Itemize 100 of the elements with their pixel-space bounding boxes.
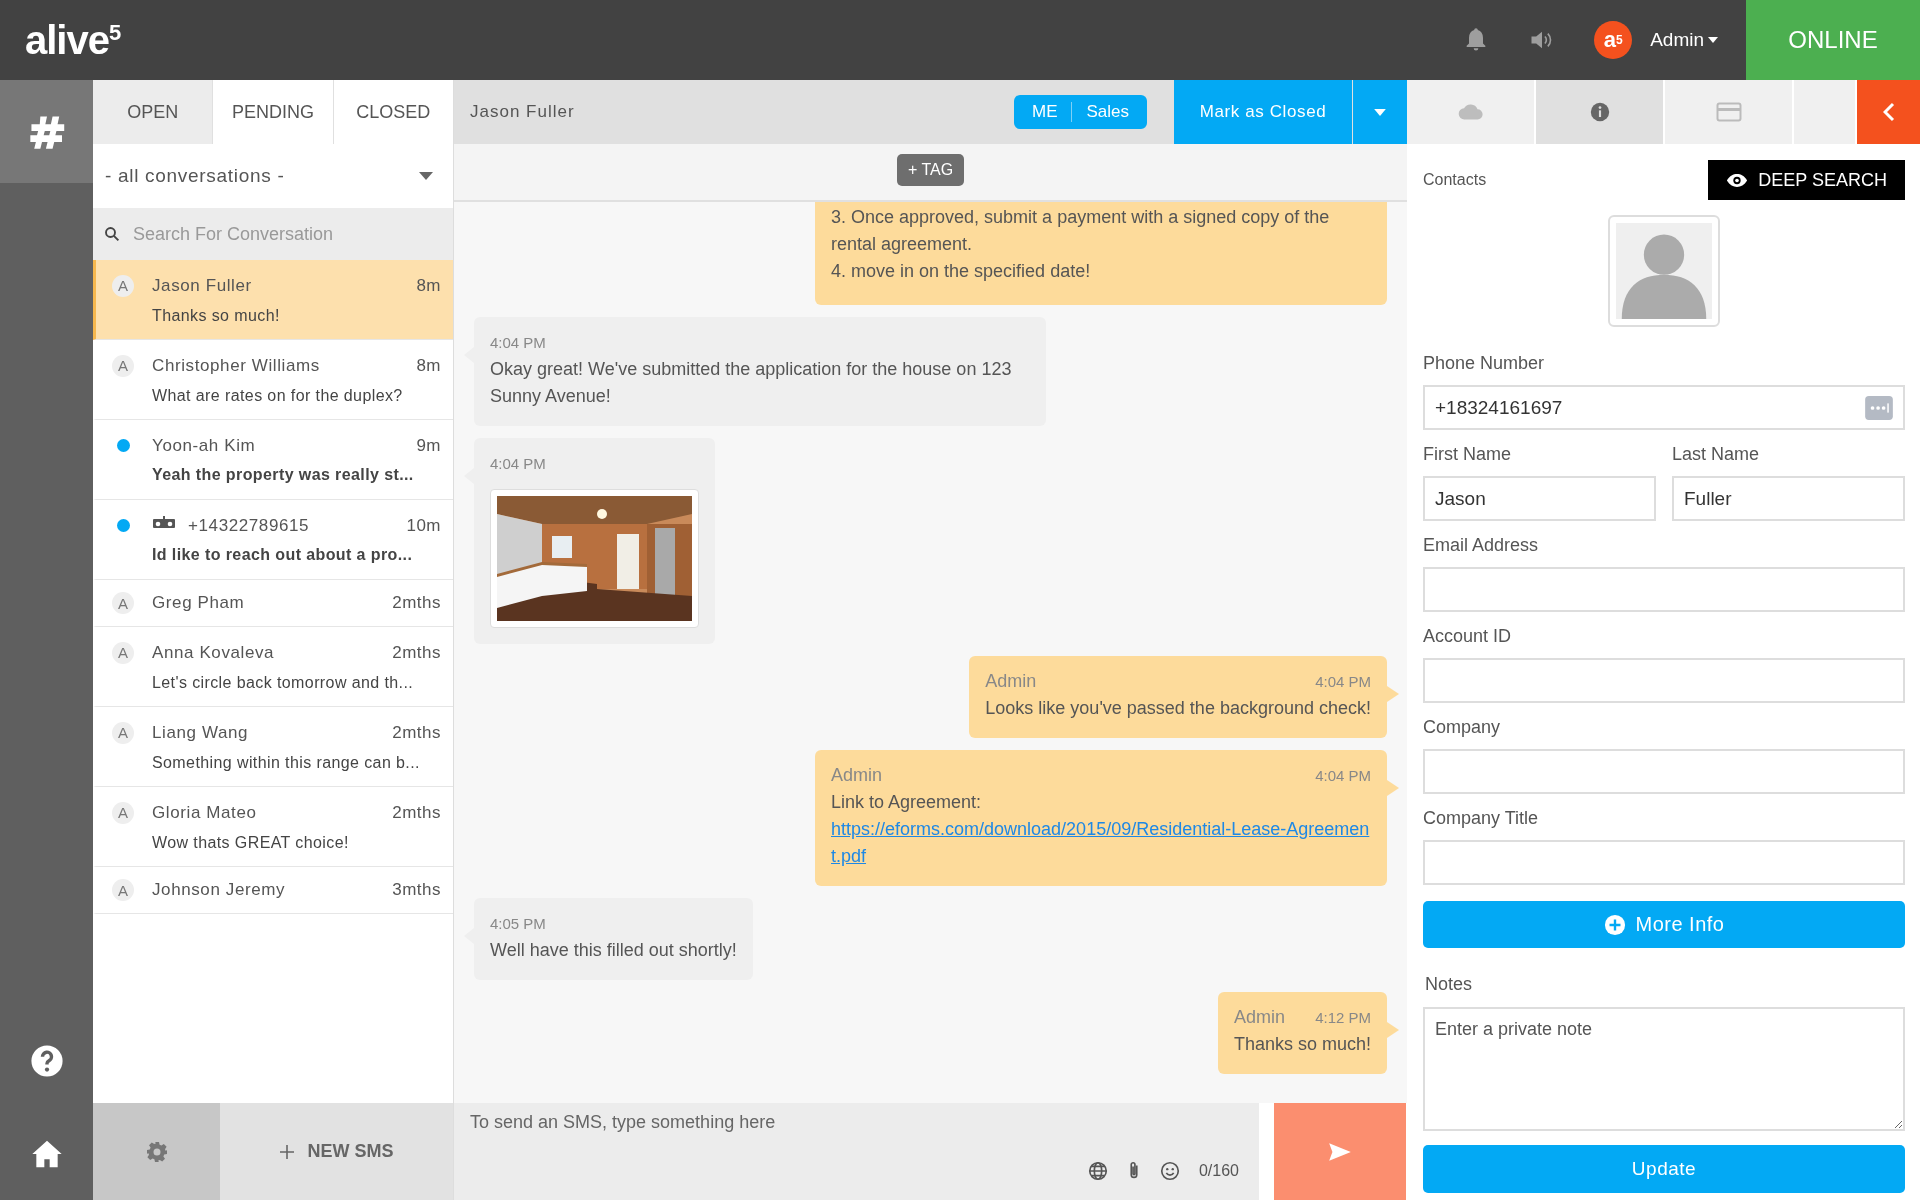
- contact-avatar: A: [112, 354, 134, 377]
- home-icon[interactable]: [30, 1138, 63, 1170]
- more-icon[interactable]: [1865, 395, 1893, 420]
- text-field[interactable]: Jason: [1423, 476, 1656, 521]
- conversation-filter[interactable]: - all conversations -: [93, 144, 453, 208]
- message-text: 3. Once approved, submit a payment with a signed copy of the rental agreement. 4. move in on the specified date!: [831, 206, 1331, 283]
- message-input[interactable]: To send an SMS, type something here: [470, 1103, 1259, 1152]
- conversation-item[interactable]: A Christopher Williams 8m What are rates on for the duplex?: [93, 340, 453, 420]
- message-time: 4:04 PM: [1315, 672, 1371, 692]
- composer-field[interactable]: To send an SMS, type something here 0/160: [454, 1103, 1259, 1200]
- conversation-item[interactable]: A Gloria Mateo 2mths Wow thats GREAT choice!: [93, 787, 453, 867]
- caret-icon: [1708, 37, 1718, 43]
- conversation-title: Jason Fuller: [470, 102, 576, 122]
- eye-icon: [1726, 172, 1749, 188]
- globe-icon[interactable]: [1086, 1160, 1109, 1182]
- message-time: 4:04 PM: [490, 333, 547, 353]
- contact-avatar: A: [112, 801, 134, 824]
- logo: alive$^{5}$: [25, 17, 121, 63]
- contact-name: Anna Kovaleva: [152, 642, 276, 663]
- panel-tab[interactable]: [1794, 80, 1857, 144]
- status-tab[interactable]: OPEN: [93, 80, 213, 144]
- help-icon[interactable]: [29, 1044, 64, 1078]
- search-input[interactable]: Search For Conversation: [131, 222, 443, 246]
- text-field[interactable]: [1423, 567, 1905, 612]
- message-preview: What are rates on for the duplex?: [152, 386, 404, 405]
- notes-label: Notes: [1425, 974, 1474, 995]
- contact-avatar: A: [112, 879, 134, 901]
- channels-tab[interactable]: [0, 80, 93, 183]
- plus-icon: [1603, 913, 1626, 936]
- character-counter: 0/160: [1198, 1162, 1239, 1180]
- contacts-label: Contacts: [1423, 171, 1487, 189]
- sender-name: Admin: [985, 670, 1037, 693]
- tag-button[interactable]: + TAG: [896, 154, 965, 186]
- collapse-button[interactable]: [1857, 80, 1920, 144]
- cloud-icon: [1457, 102, 1484, 122]
- message-time: 4:04 PM: [1315, 766, 1371, 786]
- message-preview: Wow thats GREAT choice!: [152, 833, 350, 852]
- notes-field[interactable]: Enter a private note: [1423, 1007, 1905, 1131]
- field-label: Phone Number: [1423, 353, 1546, 374]
- conversation-item[interactable]: A Jason Fuller 8m Thanks so much!: [93, 260, 453, 340]
- new-sms-button[interactable]: NEW SMS: [220, 1103, 453, 1200]
- sender-name: Admin: [1233, 1006, 1285, 1029]
- contact-avatar: A: [112, 592, 134, 614]
- search-icon: [103, 225, 121, 243]
- message-time: 4:12 PM: [1315, 1008, 1371, 1028]
- message-time: 2mths: [392, 802, 441, 823]
- field-label: Company: [1423, 717, 1502, 738]
- contact-name: Gloria Mateo: [152, 802, 258, 823]
- conversation-item[interactable]: A Liang Wang 2mths Something within this range can b...: [93, 707, 453, 787]
- text-field[interactable]: [1423, 658, 1905, 703]
- text-field[interactable]: [1423, 840, 1905, 885]
- field-label: Email Address: [1423, 535, 1540, 556]
- avatar-icon: [1616, 223, 1712, 319]
- contact-avatar: A: [112, 721, 134, 744]
- message-text: Okay great! We've submitted the application for the house on 123 Sunny Avenue!: [490, 358, 1013, 408]
- send-button[interactable]: [1274, 1103, 1406, 1200]
- contact-avatar: A: [112, 641, 134, 664]
- contact-name: Christopher Williams: [152, 355, 321, 376]
- robot-icon: [152, 515, 176, 530]
- text-field[interactable]: +18324161697: [1423, 385, 1905, 430]
- deep-search-button[interactable]: DEEP SEARCH: [1708, 160, 1905, 200]
- message-preview: Something within this range can b...: [152, 753, 421, 772]
- chevron-left-icon: [1883, 102, 1895, 122]
- info-tab[interactable]: [1536, 80, 1665, 144]
- settings-button[interactable]: [93, 1103, 220, 1200]
- field-label: Account ID: [1423, 626, 1513, 647]
- message-preview: Let's circle back tomorrow and th...: [152, 673, 415, 692]
- message-text: Thanks so much!: [1233, 1033, 1371, 1056]
- conversation-item[interactable]: Yoon-ah Kim 9m Yeah the property was really st...: [93, 420, 453, 500]
- message-preview: Yeah the property was really st...: [152, 465, 415, 484]
- message-preview: Thanks so much!: [152, 306, 281, 325]
- dropdown-button[interactable]: [1353, 80, 1407, 144]
- message-time: 4:05 PM: [490, 914, 547, 934]
- user-menu[interactable]: Admin: [1646, 25, 1722, 55]
- message-time: 9m: [416, 435, 441, 456]
- text-field[interactable]: [1423, 749, 1905, 794]
- message-text: Looks like you've passed the background check!: [985, 697, 1371, 720]
- sender-name: Admin: [831, 764, 883, 787]
- text-field[interactable]: Fuller: [1672, 476, 1905, 521]
- contact-name: Johnson Jeremy: [152, 880, 287, 900]
- contact-name: Yoon-ah Kim: [152, 435, 257, 456]
- conversation-item[interactable]: +14322789615 10m Id like to reach out about a pro...: [93, 500, 453, 580]
- conversation-item[interactable]: A Johnson Jeremy 3mths: [93, 867, 453, 914]
- conversation-item[interactable]: A Greg Pham 2mths: [93, 580, 453, 627]
- message-text: Well have this filled out shortly!: [490, 939, 737, 962]
- card-icon: [1715, 102, 1742, 122]
- message-text: Link to Agreement:: [831, 791, 983, 814]
- message-time: 4:04 PM: [490, 454, 547, 474]
- conversation-item[interactable]: A Anna Kovaleva 2mths Let's circle back tomorrow and th...: [93, 627, 453, 707]
- search-field[interactable]: Search For Conversation: [93, 208, 453, 260]
- settings-icon: [144, 1139, 169, 1164]
- message-time: 2mths: [392, 722, 441, 743]
- message-time: 8m: [416, 275, 441, 296]
- contact-avatar: A: [112, 274, 134, 297]
- assignee-label: ME: [1031, 102, 1058, 122]
- contact-name: Jason Fuller: [152, 275, 253, 296]
- assignee-label: Sales: [1086, 102, 1129, 122]
- caret-icon: [1374, 108, 1386, 116]
- emoji-icon[interactable]: [1158, 1160, 1181, 1182]
- message-time: 2mths: [392, 642, 441, 663]
